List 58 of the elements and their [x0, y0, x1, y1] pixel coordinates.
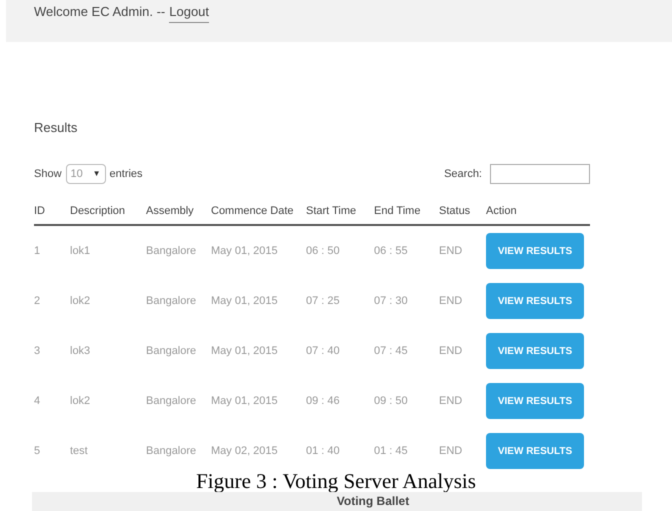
table-cell-text: END — [439, 394, 464, 409]
show-label: Show — [34, 166, 62, 182]
table-cell-text: 06 : 55 — [374, 244, 409, 259]
table-cell-text: Bangalore — [146, 344, 198, 359]
table-cell-text: Bangalore — [146, 294, 198, 309]
table-cell-text: 01 : 45 — [374, 444, 409, 459]
table-cell-text: END — [439, 294, 464, 309]
view-results-button[interactable]: VIEW RESULTS — [486, 233, 584, 269]
table-cell-text: May 01, 2015 — [211, 344, 279, 359]
view-results-button[interactable]: VIEW RESULTS — [486, 383, 584, 419]
table-cell-text: Bangalore — [146, 244, 198, 259]
table-cell-text: 4 — [34, 394, 42, 409]
table-cell-text: test — [70, 444, 89, 459]
table-cell-text: May 01, 2015 — [211, 394, 279, 409]
column-header: Start Time — [306, 204, 358, 219]
table-cell-text: END — [439, 344, 464, 359]
table-cell-text: lok2 — [70, 294, 92, 309]
table-cell-text: 07 : 25 — [306, 294, 341, 309]
welcome-text: Welcome EC Admin. -- — [34, 3, 166, 21]
entries-label: entries — [110, 166, 143, 182]
column-header: End Time — [374, 204, 422, 219]
table-cell-text: 1 — [34, 244, 42, 259]
search-field[interactable] — [490, 164, 590, 184]
column-header: ID — [34, 204, 46, 219]
table-cell-text: END — [439, 444, 464, 459]
table-cell-text: 09 : 50 — [374, 394, 409, 409]
table-cell-text: May 02, 2015 — [211, 444, 279, 459]
table-cell-text: lok2 — [70, 394, 92, 409]
table-cell-text: 06 : 50 — [306, 244, 341, 259]
table-cell-text: 01 : 40 — [306, 444, 341, 459]
column-header: Commence Date — [211, 204, 295, 219]
table-cell-text: 09 : 46 — [306, 394, 341, 409]
column-header: Action — [486, 204, 518, 219]
section-title: Results — [34, 119, 78, 137]
table-cell-text: Bangalore — [146, 394, 198, 409]
table-cell-text: May 01, 2015 — [211, 294, 279, 309]
table-cell-text: lok3 — [70, 344, 92, 359]
view-results-button[interactable]: VIEW RESULTS — [486, 333, 584, 369]
table-cell-text: 07 : 45 — [374, 344, 409, 359]
figure-caption: Figure 3 : Voting Server Analysis — [195, 470, 477, 492]
table-cell-text: END — [439, 244, 464, 259]
table-cell-text: 07 : 30 — [374, 294, 409, 309]
table-cell-text: 3 — [34, 344, 42, 359]
table-cell-text: 5 — [34, 444, 42, 459]
table-cell-text: lok1 — [70, 244, 92, 259]
column-header: Assembly — [146, 204, 195, 219]
panel-title: Voting Ballet — [336, 493, 410, 510]
logout-link[interactable]: Logout — [169, 2, 210, 22]
search-label: Search: — [444, 166, 482, 182]
column-header: Description — [70, 204, 126, 219]
table-cell-text: May 01, 2015 — [211, 244, 279, 259]
table-cell-text: 2 — [34, 294, 42, 309]
table-cell-text: Bangalore — [146, 444, 198, 459]
view-results-button[interactable]: VIEW RESULTS — [486, 283, 584, 319]
table-cell-text: 07 : 40 — [306, 344, 341, 359]
view-results-button[interactable]: VIEW RESULTS — [486, 433, 584, 469]
column-header: Status — [439, 204, 472, 219]
entries-select[interactable]: 10 ▼ — [66, 164, 106, 184]
